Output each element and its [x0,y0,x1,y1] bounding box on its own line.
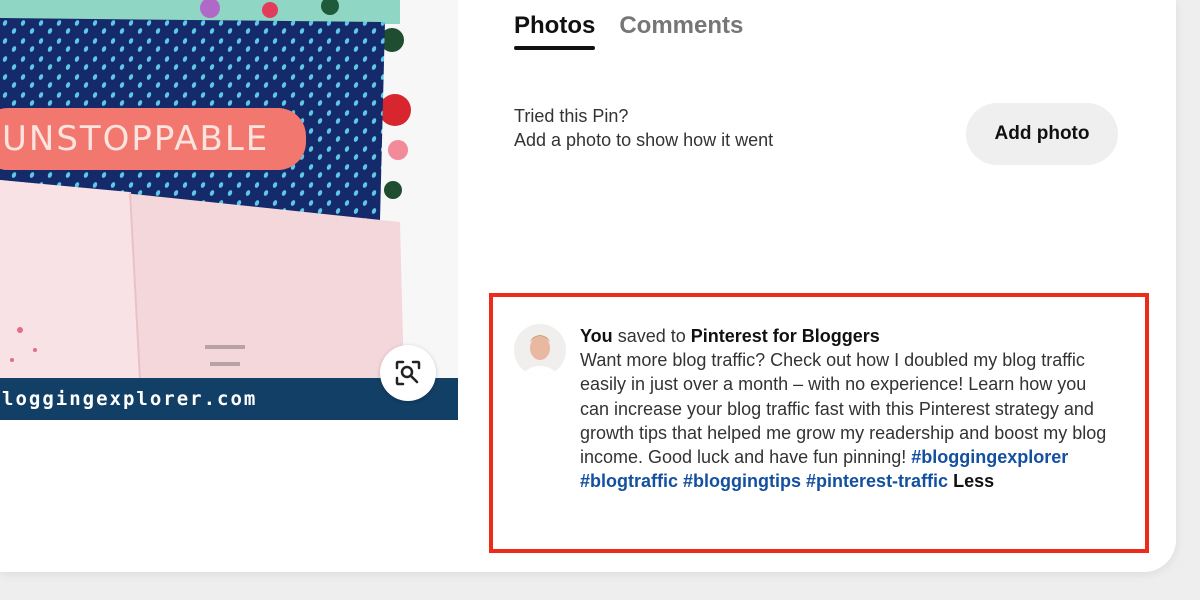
avatar-image [514,324,566,376]
tab-photos[interactable]: Photos [514,12,596,50]
tried-title: Tried this Pin? [514,106,629,126]
add-photo-button[interactable]: Add photo [966,103,1118,165]
hashtag-link[interactable]: #blogtraffic [580,471,678,491]
saved-to-text: saved to [617,326,686,346]
visual-search-icon [395,360,421,386]
board-link[interactable]: Pinterest for Bloggers [691,326,880,346]
activity-text: You saved to Pinterest for Bloggers Want… [580,324,1114,493]
visual-search-button[interactable] [380,345,436,401]
hashtag-link[interactable]: #bloggingexplorer [911,447,1068,467]
url-text: loggingexplorer.com [2,388,258,410]
saved-line: You saved to Pinterest for Bloggers [580,324,1114,348]
tab-bar: Photos Comments [514,12,743,50]
actor-name[interactable]: You [580,326,613,346]
tab-comments[interactable]: Comments [619,12,743,50]
banner-text: UNSTOPPABLE [2,119,269,159]
hashtag-link[interactable]: #bloggingtips [683,471,801,491]
less-toggle[interactable]: Less [953,471,994,491]
tried-prompt: Tried this Pin? Add a photo to show how … [514,104,773,152]
save-activity: You saved to Pinterest for Bloggers Want… [514,324,1114,493]
pin-description: Want more blog traffic? Check out how I … [580,348,1114,493]
pin-image[interactable]: UNSTOPPABLE loggingexplorer.com [0,0,458,420]
avatar[interactable] [514,324,566,376]
hashtag-link[interactable]: #pinterest-traffic [806,471,948,491]
pin-card: UNSTOPPABLE loggingexplorer.com Photos C… [0,0,1176,572]
tried-subtitle: Add a photo to show how it went [514,130,774,150]
